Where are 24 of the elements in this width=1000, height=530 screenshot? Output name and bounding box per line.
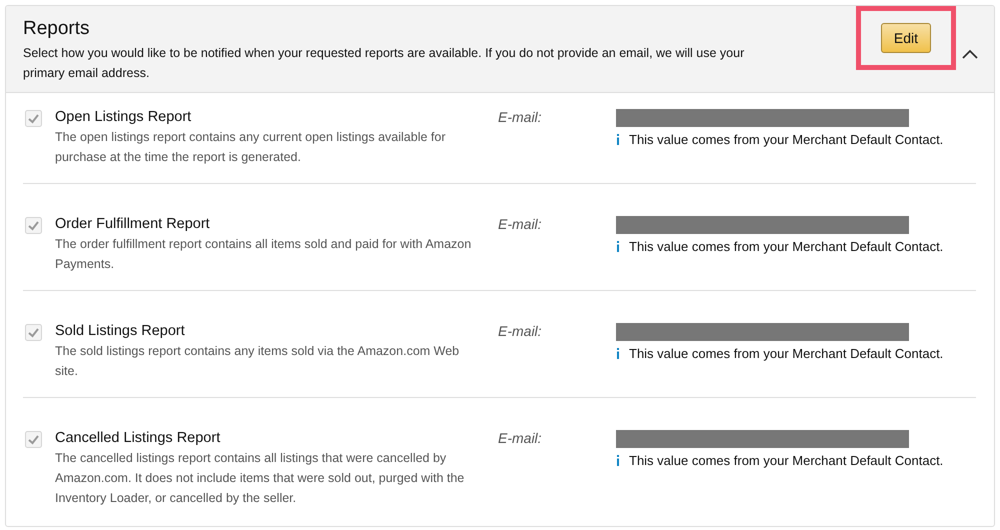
report-name: Cancelled Listings Report — [55, 429, 222, 448]
report-description: The order fulfillment report contains all items sold and paid for with Amazon Payments. — [55, 236, 472, 273]
report-name: Order Fulfillment Report — [55, 215, 211, 234]
collapse-chevron-icon[interactable] — [962, 49, 978, 59]
info-icon — [616, 134, 620, 145]
report-description: The open listings report contains any current open listings available for purchase at the time the report is generated. — [55, 129, 446, 166]
info-icon — [616, 455, 620, 466]
panel-title: Reports — [23, 18, 91, 40]
info-icon — [616, 348, 620, 359]
report-name: Open Listings Report — [55, 108, 192, 127]
contact-note: This value comes from your Merchant Default Contact. — [629, 239, 944, 254]
contact-note: This value comes from your Merchant Default Contact. — [629, 346, 944, 361]
report-description: The cancelled listings report contains all listings that were cancelled by Amazon.com. It does not include items that were sold out, purged with the Inventory Loader, or cancelled by the seller. — [55, 450, 466, 507]
report-description: The sold listings report contains any items sold via the Amazon.com Web site. — [55, 343, 460, 380]
info-icon — [616, 241, 620, 252]
email-label: E-mail: — [498, 215, 543, 234]
email-label: E-mail: — [498, 322, 543, 341]
edit-button[interactable]: Edit — [880, 23, 931, 53]
contact-note: This value comes from your Merchant Default Contact. — [629, 132, 944, 147]
panel-description: Select how you would like to be notified when your requested reports are available. If you do not provide an email, we will use your primary email address. — [23, 45, 746, 82]
email-label: E-mail: — [498, 429, 543, 448]
email-label: E-mail: — [498, 108, 543, 127]
contact-note: This value comes from your Merchant Default Contact. — [629, 453, 944, 468]
report-name: Sold Listings Report — [55, 322, 186, 341]
